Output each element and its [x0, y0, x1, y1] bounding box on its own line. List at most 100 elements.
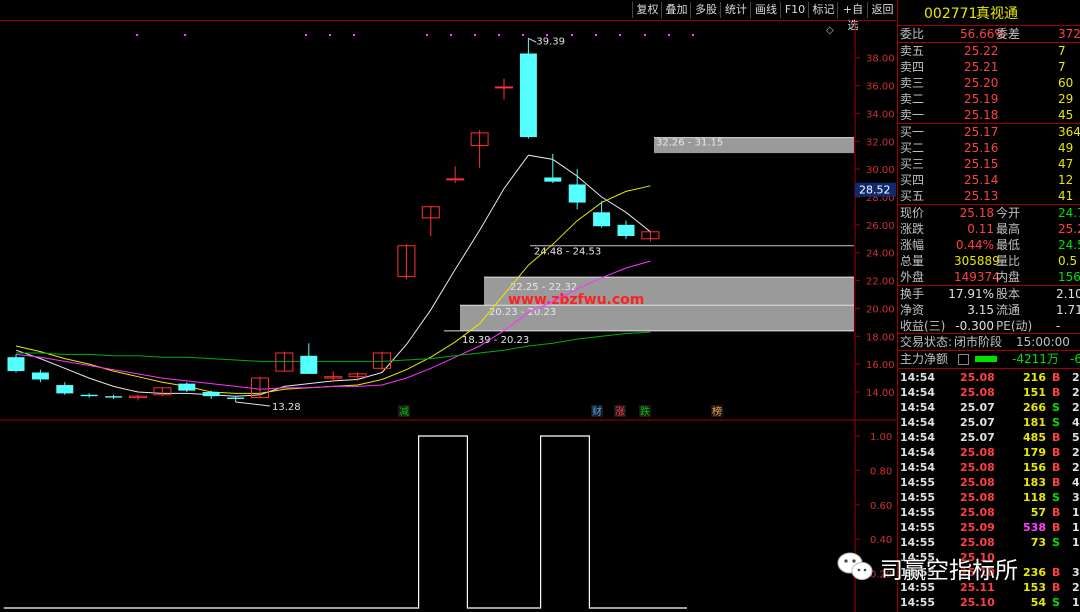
weibi-row: 委比 56.66% 委差 372 — [898, 26, 1080, 42]
tick-price: 25.08 — [960, 461, 995, 474]
price-axis-label: 30.00 — [866, 165, 895, 176]
capital-dropdown-icon[interactable] — [958, 354, 969, 365]
indicator-axis-label: 1.00 — [870, 432, 892, 443]
tick-time: 14:54 — [900, 401, 936, 414]
ask-volume: 29 — [1058, 92, 1074, 106]
bid-row[interactable]: 买五 25.13 41 — [898, 188, 1080, 204]
ask-price: 25.18 — [964, 108, 999, 122]
ask-price: 25.19 — [964, 92, 999, 106]
tick-price: 25.07 — [960, 431, 995, 444]
bid-row[interactable]: 买一 25.17 364 — [898, 124, 1080, 140]
ask-row[interactable]: 卖一 25.18 45 — [898, 107, 1080, 123]
add-watchlist-button[interactable]: +自选 — [837, 2, 868, 32]
fundamental-label-2: PE(动) — [996, 319, 1033, 333]
overlay-button[interactable]: 叠加 — [661, 2, 691, 18]
fundamental-label: 换手 — [900, 287, 925, 301]
event-marker-text: 财 — [592, 405, 602, 418]
price-axis-label: 16.00 — [866, 360, 895, 371]
price-axis-label: 26.00 — [866, 221, 895, 232]
tick-row: 14:55 25.08 183 B 4 — [898, 475, 1080, 490]
signal-dot — [668, 34, 670, 36]
tick-row: 14:54 25.08 179 B 2 — [898, 445, 1080, 460]
candle — [593, 201, 611, 228]
mark-button[interactable]: 标记 — [808, 2, 838, 18]
bid-volume: 41 — [1058, 189, 1074, 203]
candle — [56, 382, 74, 395]
capital-extra: -6 — [1070, 352, 1080, 366]
tick-count: 5 — [1072, 431, 1080, 444]
candle-body — [568, 184, 586, 203]
bid-row[interactable]: 买四 25.14 12 — [898, 172, 1080, 188]
current-price-tag: 28.52 — [855, 182, 896, 197]
tick-side: S — [1052, 491, 1060, 504]
ask-row[interactable]: 卖五 25.22 7 — [898, 43, 1080, 59]
tick-side: B — [1052, 581, 1061, 594]
price-axis-label: 34.00 — [866, 109, 895, 120]
candle — [227, 396, 245, 403]
stat-row: 总量 305889 量比 0.5 — [898, 253, 1080, 269]
tick-price: 25.08 — [960, 536, 995, 549]
tick-price: 25.08 — [960, 371, 995, 384]
signal-dot — [136, 34, 138, 36]
high-price-label: 39.39 — [536, 36, 565, 47]
candle — [31, 369, 49, 383]
restore-rights-button[interactable]: 复权 — [632, 2, 662, 18]
tick-time: 14:55 — [900, 506, 936, 519]
draw-line-button[interactable]: 画线 — [750, 2, 781, 18]
zone-label: 18.39 - 20.23 — [462, 335, 529, 346]
price-axis-label: 20.00 — [866, 304, 895, 315]
tick-side: B — [1052, 566, 1061, 579]
f10-button[interactable]: F10 — [780, 2, 809, 18]
price-tag-text: 28.52 — [859, 184, 891, 197]
tick-count: 1 — [1072, 596, 1080, 609]
tick-volume: 183 — [1023, 476, 1046, 489]
back-button[interactable]: 返回 — [867, 2, 897, 18]
bid-price: 25.14 — [964, 173, 999, 187]
candle-body — [178, 383, 196, 391]
tick-volume: 57 — [1030, 506, 1046, 519]
ask-row[interactable]: 卖二 25.19 29 — [898, 91, 1080, 107]
tick-count: 2 — [1072, 461, 1080, 474]
tick-row: 14:55 25.10 54 S 1 — [898, 595, 1080, 610]
candle — [7, 354, 25, 373]
ask-volume: 7 — [1058, 44, 1066, 58]
bid-volume: 12 — [1058, 173, 1074, 187]
high-pointer — [528, 37, 537, 43]
signal-dot — [692, 34, 694, 36]
event-marker-text: 涨 — [615, 406, 625, 418]
statistics-button[interactable]: 统计 — [720, 2, 751, 18]
price-axis: 38.0036.0034.0032.0030.0028.0026.0024.00… — [855, 54, 895, 399]
indicator-line — [3, 435, 687, 609]
stat-value: 0.44% — [955, 238, 994, 252]
stat-value-2: 0.5 — [1058, 254, 1078, 268]
tick-time: 14:55 — [900, 536, 936, 549]
stat-label: 总量 — [900, 254, 925, 268]
ask-row[interactable]: 卖三 25.20 60 — [898, 75, 1080, 91]
price-axis-label: 36.00 — [866, 82, 895, 93]
ma-line — [16, 331, 651, 362]
tick-side: S — [1052, 536, 1060, 549]
ask-row[interactable]: 卖四 25.21 7 — [898, 59, 1080, 75]
stat-label-2: 最高 — [996, 222, 1021, 236]
stat-label: 现价 — [900, 206, 925, 220]
weicha-label: 委差 — [996, 27, 1021, 41]
bid-row[interactable]: 买三 25.15 47 — [898, 156, 1080, 172]
candle — [421, 206, 440, 236]
bid-row[interactable]: 买二 25.16 49 — [898, 140, 1080, 156]
stat-value-2: 25.2 — [1058, 222, 1080, 236]
tick-time: 14:54 — [900, 446, 936, 459]
multi-stock-button[interactable]: 多股 — [690, 2, 721, 18]
bid-label: 买四 — [900, 173, 925, 187]
tick-count: 1 — [1072, 506, 1080, 519]
indicator-axis-label: 0.60 — [870, 501, 892, 512]
weicha-value: 372 — [1058, 27, 1080, 41]
tick-row: 14:55 25.08 73 S 1 — [898, 535, 1080, 550]
tick-count: 2 — [1072, 581, 1080, 594]
kline-chart-area[interactable]: ◇38.0036.0034.0032.0030.0028.0026.0024.0… — [0, 21, 896, 612]
capital-row[interactable]: 主力净额 -4211万 -6 — [898, 351, 1080, 367]
tick-price: 25.08 — [960, 446, 995, 459]
indicator-axis-label: 0.80 — [870, 466, 892, 477]
tick-count: 2 — [1072, 386, 1080, 399]
bid-label: 买五 — [900, 189, 925, 203]
price-axis-label: 14.00 — [866, 388, 895, 399]
